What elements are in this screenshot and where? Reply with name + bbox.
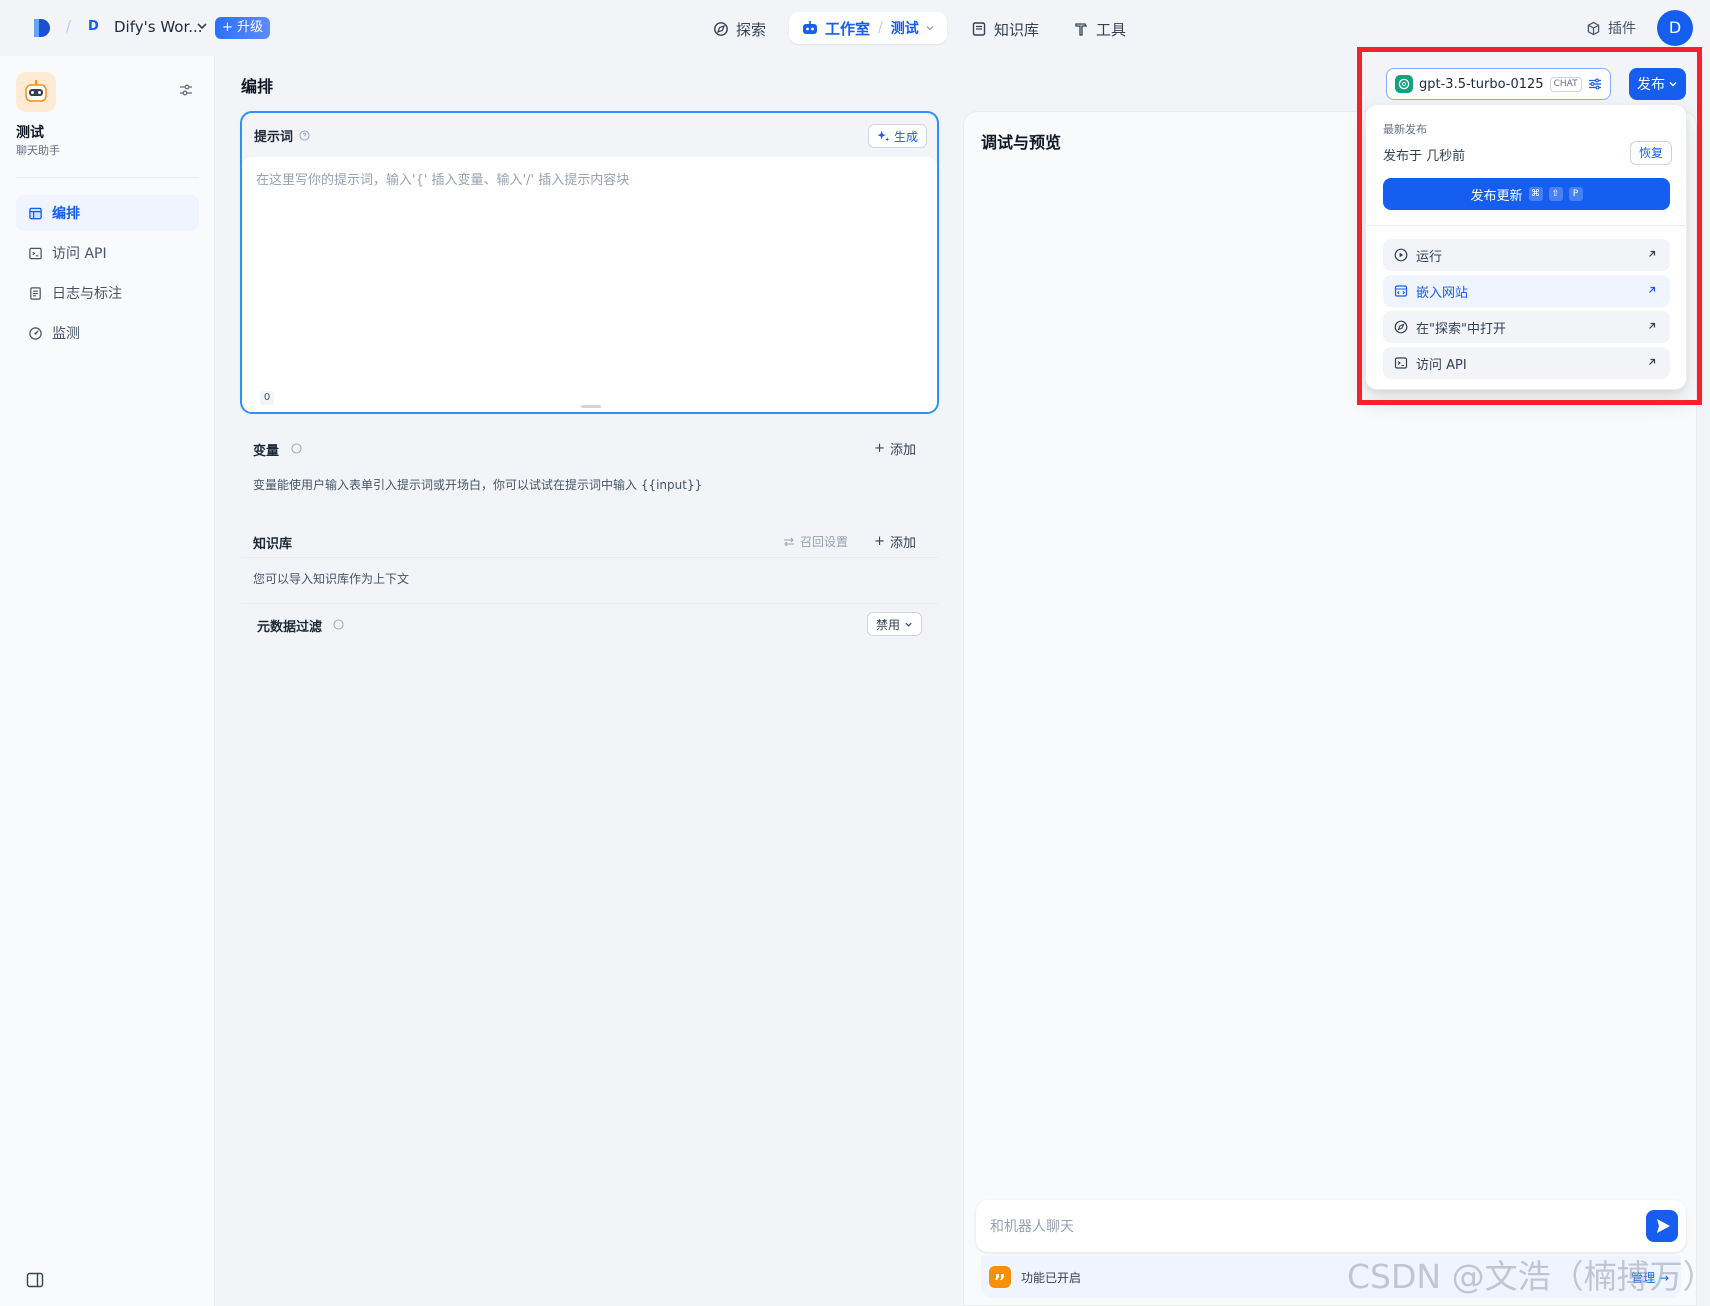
metadata-filter-select[interactable]: 禁用 [866, 612, 922, 636]
features-enabled-text: 功能已开启 [1021, 1271, 1082, 1285]
sidebar-item-label: 访问 API [52, 246, 107, 262]
chevron-down-icon [905, 622, 912, 627]
add-variable-button[interactable]: + 添加 [874, 439, 916, 458]
add-knowledge-button[interactable]: + 添加 [874, 532, 916, 551]
metadata-filter-row: 元数据过滤 禁用 [241, 603, 938, 643]
plugins-label: 插件 [1608, 21, 1636, 37]
knowledge-section: 知识库 召回设置 + 添加 您可以导入知识库作为上下文 元数据过滤 禁用 [241, 517, 938, 643]
robot-icon [25, 80, 47, 102]
plus-icon: + [874, 441, 885, 456]
recall-settings-label: 召回设置 [799, 535, 848, 549]
variables-section: 变量 + 添加 变量能使用户输入表单引入提示词或开场白，你可以试试在提示词中输入… [241, 424, 938, 506]
sidebar-item-label: 监测 [52, 326, 80, 342]
nav-separator: / [878, 20, 883, 36]
current-app-selector[interactable]: 测试 [891, 18, 919, 38]
variables-description: 变量能使用户输入表单引入提示词或开场白，你可以试试在提示词中输入 {{input… [253, 478, 703, 492]
nav-studio-label: 工作室 [825, 19, 871, 38]
file-list-icon [30, 286, 41, 300]
generate-button[interactable]: 生成 [867, 124, 927, 148]
quote-icon [989, 1266, 1011, 1288]
nav-explore[interactable]: 探索 [713, 14, 766, 44]
generate-label: 生成 [893, 129, 918, 144]
breadcrumb-separator: / [66, 17, 72, 35]
knowledge-description: 您可以导入知识库作为上下文 [253, 572, 410, 586]
knowledge-label: 知识库 [253, 537, 293, 552]
annotation-highlight-box [1357, 47, 1702, 405]
recall-settings-button[interactable]: 召回设置 [783, 533, 848, 550]
sidebar-item-label: 日志与标注 [52, 286, 122, 302]
workspace-name[interactable]: Dify's Wor... [114, 18, 203, 36]
send-icon [1657, 1219, 1670, 1233]
send-button[interactable] [1646, 1210, 1678, 1242]
help-icon[interactable] [291, 443, 302, 454]
app-icon [16, 72, 56, 112]
prompt-char-count: 0 [260, 391, 274, 405]
prompt-header: 提示词 [242, 113, 937, 157]
prompt-textarea[interactable]: 在这里写你的提示词，输入'{' 插入变量、输入'/' 插入提示内容块 0 [242, 157, 937, 412]
upgrade-button[interactable]: + 升级 [215, 17, 271, 39]
watermark-text: CSDN @文浩（楠搏万） [1347, 1257, 1710, 1296]
plus-icon: + [874, 534, 885, 549]
nav-studio[interactable]: 工作室 / 测试 [789, 12, 947, 44]
dashboard-icon [29, 326, 42, 340]
app-name: 测试 [16, 125, 44, 141]
variables-label: 变量 [253, 444, 280, 459]
terminal-icon [29, 247, 42, 259]
sidebar-item-orchestrate[interactable]: 编排 [16, 195, 199, 231]
metadata-filter-label: 元数据过滤 [257, 620, 323, 635]
cube-icon [1587, 21, 1600, 35]
user-avatar[interactable]: D [1657, 10, 1693, 46]
swap-icon [783, 537, 794, 546]
help-icon[interactable] [333, 619, 344, 630]
section-divider [241, 557, 938, 558]
resize-handle[interactable] [581, 405, 601, 408]
nav-tools-label: 工具 [1096, 20, 1127, 39]
prompt-placeholder: 在这里写你的提示词，输入'{' 插入变量、输入'/' 插入提示内容块 [256, 173, 630, 188]
dify-logo-icon[interactable] [30, 16, 54, 40]
nav-knowledge[interactable]: 知识库 [971, 14, 1039, 44]
sidebar-item-api[interactable]: 访问 API [16, 235, 199, 271]
prompt-label: 提示词 [254, 129, 294, 145]
workspace-badge: D [88, 19, 99, 34]
chevron-down-icon[interactable] [925, 23, 935, 33]
prompt-editor-card: 提示词 生成 在这里写你的提示词，输入'{' 插入变量、输入'/' 插入提示内容… [240, 111, 939, 414]
compass-icon [714, 22, 728, 36]
robot-icon [803, 21, 817, 34]
book-icon [972, 22, 986, 36]
help-icon[interactable] [299, 129, 310, 141]
chat-input[interactable]: 和机器人聊天 [976, 1200, 1686, 1252]
sparkle-icon [877, 130, 890, 142]
sidebar-item-label: 编排 [52, 206, 80, 222]
chat-placeholder: 和机器人聊天 [990, 1219, 1074, 1235]
nav-explore-label: 探索 [736, 20, 767, 39]
metadata-filter-value: 禁用 [875, 617, 900, 632]
plugins-link[interactable]: 插件 [1586, 18, 1636, 38]
app-sidebar: 测试 聊天助手 编排 访问 API 日志与标注 监测 [0, 56, 215, 1306]
preview-title: 调试与预览 [981, 133, 1062, 152]
layout-icon [29, 207, 42, 219]
add-variable-label: 添加 [889, 443, 916, 458]
nav-tools[interactable]: 工具 [1073, 14, 1126, 44]
add-knowledge-label: 添加 [889, 536, 916, 551]
nav-knowledge-label: 知识库 [994, 20, 1040, 39]
sliders-icon[interactable] [178, 82, 194, 98]
chevron-down-icon[interactable] [196, 20, 208, 32]
sidebar-item-logs[interactable]: 日志与标注 [16, 275, 199, 311]
sidebar-divider [16, 177, 199, 178]
sidebar-collapse-icon[interactable] [26, 1272, 44, 1288]
page-title: 编排 [241, 77, 274, 96]
sidebar-item-monitor[interactable]: 监测 [16, 315, 199, 351]
app-type: 聊天助手 [16, 144, 60, 157]
hammer-icon [1075, 23, 1088, 36]
